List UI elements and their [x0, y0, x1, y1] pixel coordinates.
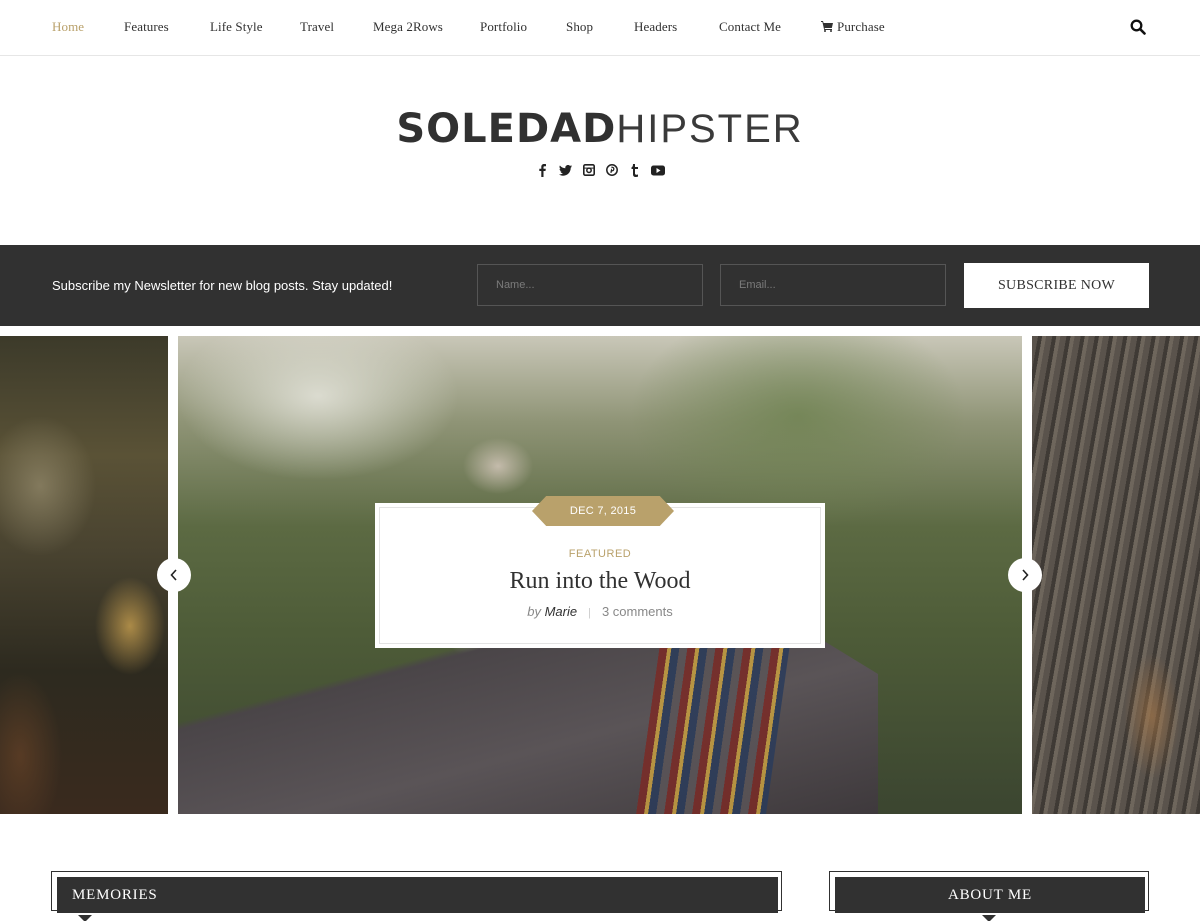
slide-photo-detail	[636, 644, 790, 814]
newsletter-email-input[interactable]	[720, 264, 946, 306]
post-meta: by Marie | 3 comments	[380, 604, 820, 619]
tumblr-icon	[631, 163, 638, 177]
slide-image-previous[interactable]	[0, 336, 168, 814]
about-me-widget-heading: ABOUT ME	[829, 871, 1149, 921]
nav-item-shop[interactable]: Shop	[566, 19, 593, 35]
pinterest-link[interactable]	[605, 163, 619, 177]
featured-post-card: DEC 7, 2015 FEATURED Run into the Wood b…	[375, 496, 825, 648]
nav-item-travel[interactable]: Travel	[300, 19, 334, 35]
facebook-icon	[539, 163, 546, 177]
post-category-link[interactable]: FEATURED	[380, 548, 820, 560]
chevron-left-icon	[170, 569, 177, 581]
post-by-label: by	[527, 604, 541, 619]
top-navigation: Home Features Life Style Travel Mega 2Ro…	[0, 0, 1200, 56]
tumblr-link[interactable]	[628, 163, 642, 177]
social-links	[0, 163, 1200, 177]
heading-pointer	[982, 915, 996, 921]
nav-item-portfolio[interactable]: Portfolio	[480, 19, 527, 35]
logo-bold-text: SOLEDAD	[396, 106, 617, 152]
memories-section-heading: MEMORIES	[51, 871, 782, 921]
site-logo[interactable]: SOLEDADHIPSTER	[0, 104, 1200, 154]
subscribe-now-button[interactable]: SUBSCRIBE NOW	[964, 263, 1149, 308]
instagram-link[interactable]	[582, 163, 596, 177]
nav-item-mega-2rows[interactable]: Mega 2Rows	[373, 19, 443, 35]
nav-item-purchase-label: Purchase	[837, 19, 885, 34]
cart-icon	[821, 21, 833, 32]
newsletter-name-input[interactable]	[477, 264, 703, 306]
search-icon	[1130, 19, 1146, 35]
pinterest-icon	[605, 164, 618, 176]
youtube-icon	[650, 165, 665, 175]
memories-heading-text: MEMORIES	[57, 877, 778, 913]
slider-next-button[interactable]	[1008, 558, 1042, 592]
featured-slider: DEC 7, 2015 FEATURED Run into the Wood b…	[0, 336, 1200, 814]
nav-item-purchase[interactable]: Purchase	[821, 19, 885, 35]
about-me-heading-text: ABOUT ME	[835, 877, 1145, 913]
post-title-link[interactable]: Run into the Wood	[380, 568, 820, 595]
nav-item-life-style[interactable]: Life Style	[210, 19, 263, 35]
meta-separator: |	[588, 607, 591, 619]
nav-item-headers[interactable]: Headers	[634, 19, 677, 35]
logo-light-text: HIPSTER	[616, 107, 804, 151]
nav-item-contact-me[interactable]: Contact Me	[719, 19, 781, 35]
instagram-icon	[582, 164, 595, 176]
post-comments-link[interactable]: 3 comments	[602, 604, 673, 619]
facebook-link[interactable]	[536, 163, 550, 177]
chevron-right-icon	[1022, 569, 1029, 581]
youtube-link[interactable]	[650, 163, 665, 177]
post-author-link[interactable]: Marie	[545, 604, 578, 619]
nav-item-features[interactable]: Features	[124, 19, 169, 35]
twitter-icon	[559, 164, 572, 176]
slider-prev-button[interactable]	[157, 558, 191, 592]
search-button[interactable]	[1130, 19, 1146, 35]
post-date-badge: DEC 7, 2015	[532, 496, 674, 526]
newsletter-bar: Subscribe my Newsletter for new blog pos…	[0, 245, 1200, 326]
twitter-link[interactable]	[559, 163, 573, 177]
featured-post-card-inner: DEC 7, 2015 FEATURED Run into the Wood b…	[379, 496, 821, 644]
heading-pointer	[78, 915, 92, 921]
newsletter-text: Subscribe my Newsletter for new blog pos…	[52, 278, 393, 293]
nav-item-home[interactable]: Home	[52, 19, 84, 35]
slide-image-next[interactable]	[1032, 336, 1200, 814]
